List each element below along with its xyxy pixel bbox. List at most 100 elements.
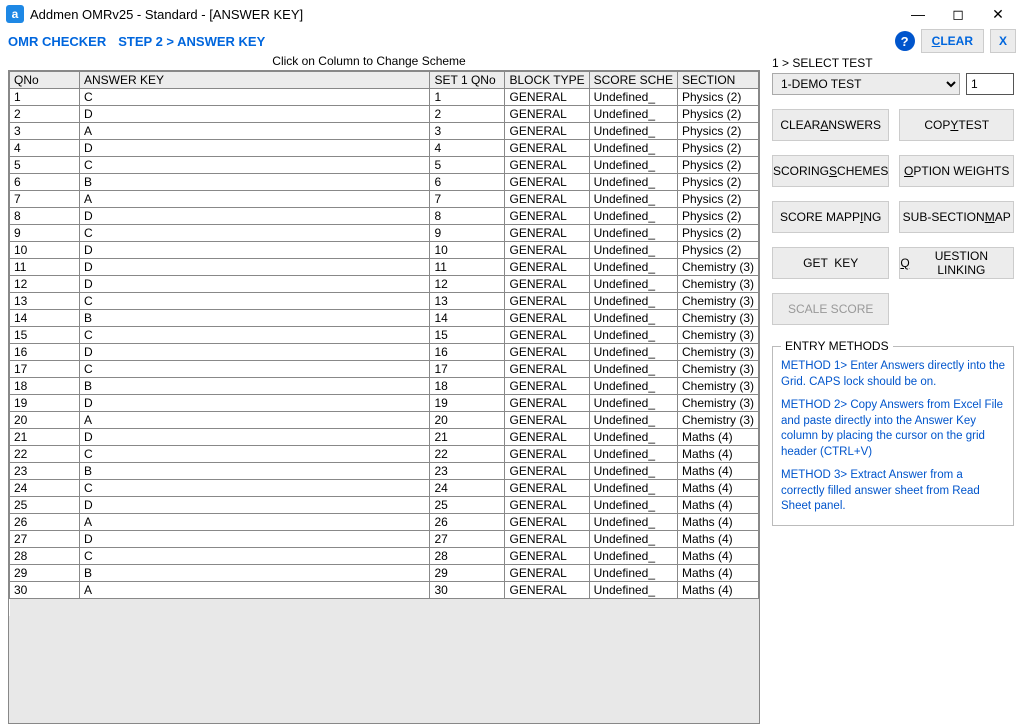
cell-score[interactable]: Undefined_	[589, 344, 677, 361]
cell-ans[interactable]: C	[80, 480, 430, 497]
scale-score-button[interactable]: SCALE SCORE	[772, 293, 889, 325]
cell-score[interactable]: Undefined_	[589, 106, 677, 123]
cell-ans[interactable]: A	[80, 123, 430, 140]
table-row[interactable]: 30A30GENERALUndefined_Maths (4)	[10, 582, 759, 599]
cell-block[interactable]: GENERAL	[505, 463, 589, 480]
cell-section[interactable]: Chemistry (3)	[677, 293, 758, 310]
cell-set[interactable]: 28	[430, 548, 505, 565]
cell-section[interactable]: Chemistry (3)	[677, 412, 758, 429]
cell-ans[interactable]: C	[80, 89, 430, 106]
test-number-input[interactable]	[966, 73, 1014, 95]
answer-grid[interactable]: QNo ANSWER KEY SET 1 QNo BLOCK TYPE SCOR…	[9, 71, 759, 616]
close-button[interactable]: ✕	[978, 2, 1018, 26]
cell-section[interactable]: Maths (4)	[677, 548, 758, 565]
cell-block[interactable]: GENERAL	[505, 208, 589, 225]
col-block-type[interactable]: BLOCK TYPE	[505, 72, 589, 89]
minimize-button[interactable]: —	[898, 2, 938, 26]
table-row[interactable]: 22C22GENERALUndefined_Maths (4)	[10, 446, 759, 463]
cell-set[interactable]: 13	[430, 293, 505, 310]
option-weights-button[interactable]: OPTION WEIGHTS	[899, 155, 1014, 187]
cell-section[interactable]: Physics (2)	[677, 89, 758, 106]
table-row[interactable]: 15C15GENERALUndefined_Chemistry (3)	[10, 327, 759, 344]
cell-score[interactable]: Undefined_	[589, 208, 677, 225]
cell-score[interactable]: Undefined_	[589, 225, 677, 242]
table-row[interactable]: 4D4GENERALUndefined_Physics (2)	[10, 140, 759, 157]
cell-ans[interactable]: D	[80, 140, 430, 157]
cell-section[interactable]: Physics (2)	[677, 242, 758, 259]
cell-set[interactable]: 19	[430, 395, 505, 412]
cell-set[interactable]: 25	[430, 497, 505, 514]
cell-block[interactable]: GENERAL	[505, 123, 589, 140]
cell-qno[interactable]: 30	[10, 582, 80, 599]
cell-ans[interactable]: C	[80, 157, 430, 174]
cell-ans[interactable]: B	[80, 565, 430, 582]
cell-block[interactable]: GENERAL	[505, 565, 589, 582]
table-row[interactable]: 28C28GENERALUndefined_Maths (4)	[10, 548, 759, 565]
cell-score[interactable]: Undefined_	[589, 565, 677, 582]
grid-header-row[interactable]: QNo ANSWER KEY SET 1 QNo BLOCK TYPE SCOR…	[10, 72, 759, 89]
cell-block[interactable]: GENERAL	[505, 140, 589, 157]
table-row[interactable]: 1C1GENERALUndefined_Physics (2)	[10, 89, 759, 106]
cell-set[interactable]: 6	[430, 174, 505, 191]
cell-block[interactable]: GENERAL	[505, 548, 589, 565]
cell-score[interactable]: Undefined_	[589, 242, 677, 259]
cell-block[interactable]: GENERAL	[505, 412, 589, 429]
cell-ans[interactable]: D	[80, 497, 430, 514]
cell-score[interactable]: Undefined_	[589, 497, 677, 514]
cell-ans[interactable]: C	[80, 327, 430, 344]
col-section[interactable]: SECTION	[677, 72, 758, 89]
cell-section[interactable]: Chemistry (3)	[677, 310, 758, 327]
cell-block[interactable]: GENERAL	[505, 293, 589, 310]
cell-ans[interactable]: C	[80, 225, 430, 242]
table-row[interactable]: 27D27GENERALUndefined_Maths (4)	[10, 531, 759, 548]
cell-set[interactable]: 27	[430, 531, 505, 548]
cell-section[interactable]: Chemistry (3)	[677, 344, 758, 361]
cell-block[interactable]: GENERAL	[505, 361, 589, 378]
cell-set[interactable]: 9	[430, 225, 505, 242]
cell-set[interactable]: 5	[430, 157, 505, 174]
cell-qno[interactable]: 26	[10, 514, 80, 531]
cell-ans[interactable]: A	[80, 582, 430, 599]
cell-qno[interactable]: 29	[10, 565, 80, 582]
cell-score[interactable]: Undefined_	[589, 395, 677, 412]
cell-section[interactable]: Physics (2)	[677, 157, 758, 174]
cell-score[interactable]: Undefined_	[589, 514, 677, 531]
help-icon[interactable]: ?	[895, 31, 915, 51]
cell-qno[interactable]: 4	[10, 140, 80, 157]
cell-score[interactable]: Undefined_	[589, 123, 677, 140]
cell-ans[interactable]: D	[80, 242, 430, 259]
cell-section[interactable]: Chemistry (3)	[677, 395, 758, 412]
cell-set[interactable]: 24	[430, 480, 505, 497]
cell-section[interactable]: Maths (4)	[677, 565, 758, 582]
cell-ans[interactable]: B	[80, 310, 430, 327]
cell-qno[interactable]: 8	[10, 208, 80, 225]
cell-block[interactable]: GENERAL	[505, 174, 589, 191]
cell-section[interactable]: Chemistry (3)	[677, 361, 758, 378]
cell-qno[interactable]: 18	[10, 378, 80, 395]
cell-set[interactable]: 20	[430, 412, 505, 429]
cell-section[interactable]: Maths (4)	[677, 446, 758, 463]
clear-button[interactable]: CLEAR	[921, 29, 984, 53]
cell-qno[interactable]: 5	[10, 157, 80, 174]
cell-score[interactable]: Undefined_	[589, 140, 677, 157]
cell-qno[interactable]: 3	[10, 123, 80, 140]
cell-ans[interactable]: D	[80, 208, 430, 225]
cell-qno[interactable]: 2	[10, 106, 80, 123]
cell-ans[interactable]: C	[80, 548, 430, 565]
cell-score[interactable]: Undefined_	[589, 157, 677, 174]
cell-qno[interactable]: 20	[10, 412, 80, 429]
cell-section[interactable]: Physics (2)	[677, 191, 758, 208]
cell-section[interactable]: Chemistry (3)	[677, 259, 758, 276]
cell-score[interactable]: Undefined_	[589, 446, 677, 463]
col-set1-qno[interactable]: SET 1 QNo	[430, 72, 505, 89]
cell-ans[interactable]: D	[80, 531, 430, 548]
table-row[interactable]: 13C13GENERALUndefined_Chemistry (3)	[10, 293, 759, 310]
cell-set[interactable]: 23	[430, 463, 505, 480]
cell-ans[interactable]: D	[80, 259, 430, 276]
cell-block[interactable]: GENERAL	[505, 480, 589, 497]
cell-qno[interactable]: 9	[10, 225, 80, 242]
cell-block[interactable]: GENERAL	[505, 310, 589, 327]
copy-test-button[interactable]: COPY TEST	[899, 109, 1014, 141]
cell-score[interactable]: Undefined_	[589, 327, 677, 344]
cell-section[interactable]: Chemistry (3)	[677, 327, 758, 344]
